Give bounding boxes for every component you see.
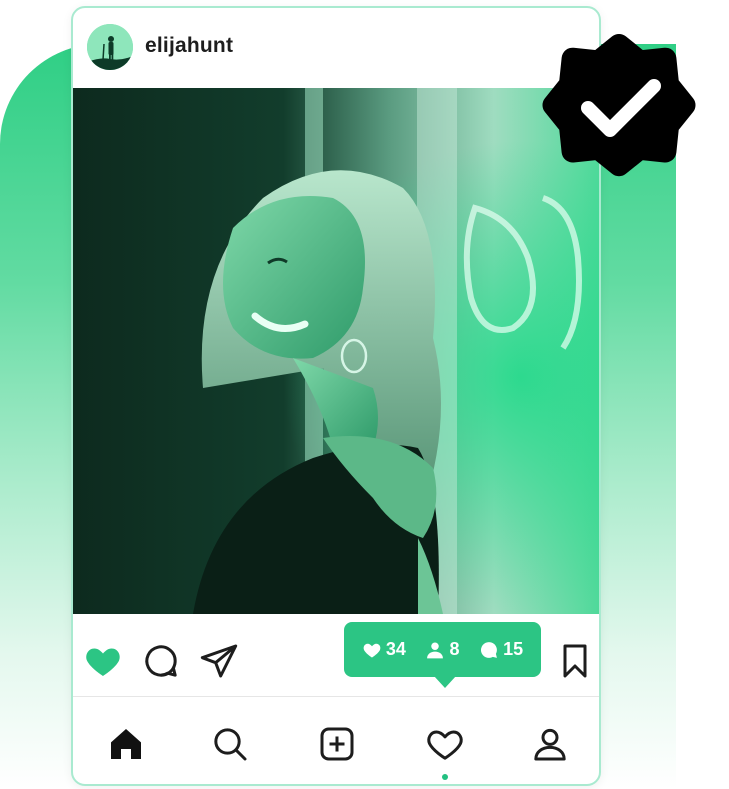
profile-icon[interactable]: [530, 724, 570, 764]
comments-stat: 15: [479, 639, 523, 660]
add-post-icon[interactable]: [317, 724, 357, 764]
user-icon: [425, 640, 445, 660]
likes-count: 34: [385, 639, 406, 659]
divider: [73, 696, 599, 697]
engagement-tooltip: 34 8 15: [344, 622, 541, 677]
post-photo[interactable]: [73, 88, 599, 614]
tooltip-arrow: [434, 676, 456, 688]
comments-count: 15: [503, 639, 524, 659]
send-icon[interactable]: [199, 641, 239, 681]
active-tab-indicator: [442, 774, 448, 780]
bottom-nav: [73, 698, 599, 784]
activity-icon[interactable]: [425, 724, 465, 764]
comment-icon[interactable]: [141, 641, 181, 681]
post-header: elijahunt: [73, 8, 599, 88]
search-icon[interactable]: [210, 724, 250, 764]
followers-count: 8: [449, 639, 460, 659]
avatar[interactable]: [87, 24, 133, 70]
verified-badge-icon: [530, 16, 708, 194]
likes-stat: 34: [362, 639, 406, 660]
username[interactable]: elijahunt: [145, 34, 233, 58]
heart-icon: [362, 640, 382, 660]
followers-stat: 8: [425, 639, 460, 660]
bookmark-icon[interactable]: [555, 641, 595, 681]
heart-icon[interactable]: [83, 641, 123, 681]
home-icon[interactable]: [106, 724, 146, 764]
comment-bubble-icon: [479, 640, 499, 660]
